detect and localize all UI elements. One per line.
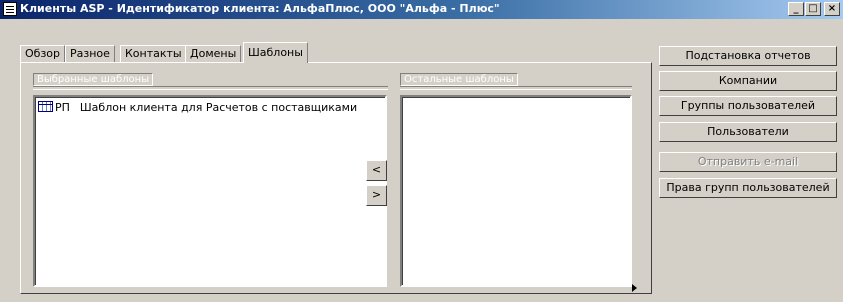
report-substitution-button[interactable]: Подстановка отчетов: [659, 46, 837, 66]
user-group-rights-button[interactable]: Права групп пользователей: [659, 178, 837, 198]
other-templates-list[interactable]: [400, 95, 632, 287]
tab-domains[interactable]: Домены: [185, 45, 242, 62]
move-right-button[interactable]: >: [366, 185, 387, 206]
selected-templates-label: Выбранные шаблоны: [33, 73, 154, 86]
users-button[interactable]: Пользователи: [659, 122, 837, 142]
tab-contacts[interactable]: Контакты: [120, 45, 187, 62]
close-button[interactable]: ×: [824, 2, 840, 16]
other-templates-divider: [400, 86, 632, 90]
table-icon: [38, 101, 53, 112]
tab-overview[interactable]: Обзор: [20, 45, 66, 62]
move-left-button[interactable]: <: [366, 160, 387, 181]
minimize-button[interactable]: _: [788, 2, 804, 16]
triangle-right-icon: [632, 284, 637, 292]
title-bar[interactable]: Клиенты ASP - Идентификатор клиента: Аль…: [0, 0, 843, 19]
companies-button[interactable]: Компании: [659, 71, 837, 91]
list-item[interactable]: РП Шаблон клиента для Расчетов с поставщи…: [38, 101, 357, 114]
tab-templates[interactable]: Шаблоны: [243, 42, 308, 63]
other-templates-label: Остальные шаблоны: [400, 73, 518, 86]
user-groups-button[interactable]: Группы пользователей: [659, 96, 837, 116]
form-icon[interactable]: [3, 2, 17, 16]
maximize-button[interactable]: □: [805, 2, 821, 16]
selected-templates-list[interactable]: РП Шаблон клиента для Расчетов с поставщи…: [33, 95, 387, 287]
send-email-button[interactable]: Отправить e-mail: [659, 152, 837, 172]
window-title: Клиенты ASP - Идентификатор клиента: Аль…: [20, 2, 500, 15]
client-window: Клиенты ASP - Идентификатор клиента: Аль…: [0, 0, 843, 302]
tab-misc[interactable]: Разное: [65, 45, 115, 62]
selected-templates-divider: [33, 86, 388, 90]
